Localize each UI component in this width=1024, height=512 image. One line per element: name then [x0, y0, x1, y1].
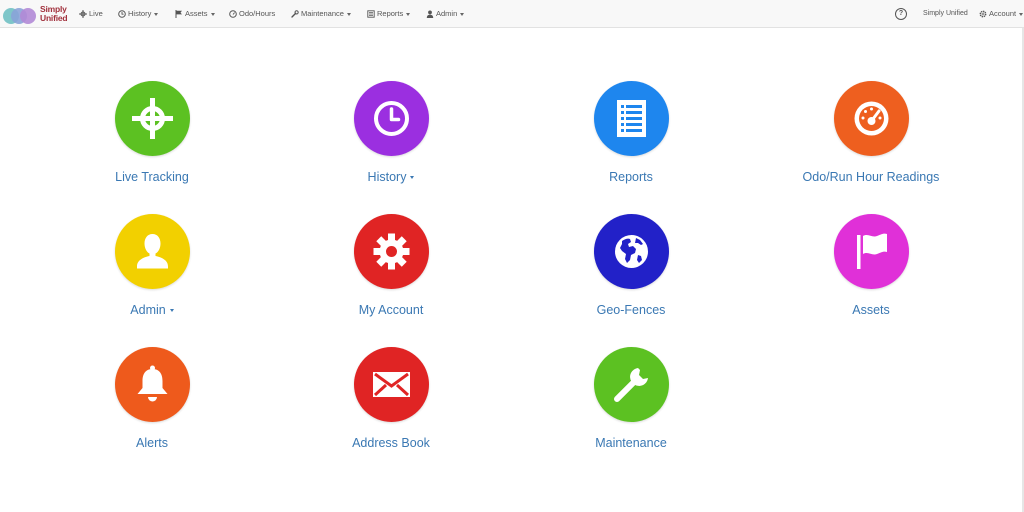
tile-label: Odo/Run Hour Readings — [802, 170, 940, 184]
user-icon — [426, 10, 434, 19]
tile-maintenance[interactable]: Maintenance — [521, 347, 741, 451]
nav-odo-hours[interactable]: Odo/Hours — [229, 0, 275, 28]
nav-live-label: Live — [89, 9, 103, 18]
chevron-down-icon — [406, 12, 411, 16]
tile-circle — [593, 214, 669, 289]
gear-icon — [979, 10, 987, 18]
wrench-icon — [291, 10, 299, 18]
chevron-down-icon — [460, 12, 465, 16]
nav-reports-label: Reports — [377, 9, 404, 18]
tile-label: Geo-Fences — [596, 303, 666, 317]
brand-line2: Unified — [40, 13, 68, 23]
tile-assets[interactable]: Assets — [761, 214, 981, 318]
nav-admin[interactable]: Admin — [426, 0, 465, 28]
tile-label: My Account — [358, 303, 424, 317]
tile-admin[interactable]: Admin — [42, 214, 262, 318]
tile-alerts[interactable]: Alerts — [42, 347, 262, 451]
chevron-down-icon — [210, 12, 215, 16]
nav-maintenance-label: Maintenance — [301, 9, 344, 18]
tile-label-wrap: Admin — [42, 302, 262, 318]
tile-circle — [114, 214, 190, 289]
tile-history[interactable]: History — [281, 81, 501, 185]
nav-assets[interactable]: Assets — [175, 0, 215, 28]
tile-label: Maintenance — [595, 436, 667, 450]
dashboard-gauge-icon — [854, 101, 888, 136]
logo-circle — [20, 8, 36, 24]
nav-account[interactable]: Account — [979, 0, 1024, 28]
tile-label: History — [367, 170, 407, 184]
envelope-icon — [372, 372, 410, 397]
tile-address-book[interactable]: Address Book — [281, 347, 501, 451]
chevron-down-icon — [154, 12, 159, 16]
nav-maintenance[interactable]: Maintenance — [291, 0, 351, 28]
tile-label: Admin — [130, 303, 166, 317]
tile-circle — [353, 347, 429, 422]
tile-label-wrap: History — [281, 169, 501, 185]
tile-reports[interactable]: Reports — [521, 81, 741, 185]
tile-circle — [593, 347, 669, 422]
chevron-down-icon — [346, 12, 351, 16]
user-icon — [136, 234, 168, 269]
tile-odo-run-hour-readings[interactable]: Odo/Run Hour Readings — [761, 81, 981, 185]
chevron-down-icon — [410, 176, 415, 180]
brand-text: Simply Unified — [40, 5, 68, 23]
chevron-down-icon — [1019, 12, 1024, 16]
tile-label: Assets — [852, 303, 890, 317]
crosshair-icon — [79, 10, 87, 19]
flag-icon — [175, 10, 182, 19]
tile-circle — [114, 347, 190, 422]
nav-odo-hours-label: Odo/Hours — [239, 9, 276, 18]
flag-icon — [856, 233, 887, 269]
tile-live-tracking[interactable]: Live Tracking — [42, 81, 262, 185]
nav-admin-label: Admin — [436, 9, 458, 18]
tile-label: Address Book — [352, 436, 430, 450]
tile-geo-fences[interactable]: Geo-Fences — [521, 214, 741, 318]
tile-circle — [833, 81, 909, 156]
globe-icon — [614, 235, 648, 268]
crosshair-icon — [131, 98, 173, 139]
dashboard-gauge-icon — [229, 10, 237, 18]
tile-label: Live Tracking — [115, 170, 189, 184]
tile-circle — [833, 214, 909, 289]
clock-icon — [118, 10, 126, 18]
nav-history-label: History — [128, 9, 152, 18]
tile-my-account[interactable]: My Account — [281, 214, 501, 318]
top-navbar: Simply Unified Live History Assets Odo/H… — [0, 0, 1024, 28]
nav-live[interactable]: Live — [79, 0, 103, 28]
list-report-icon — [367, 10, 375, 18]
bell-icon — [137, 365, 167, 402]
nav-assets-label: Assets — [185, 9, 208, 18]
list-report-icon — [616, 100, 646, 137]
brand-logo[interactable]: Simply Unified — [3, 5, 73, 25]
wrench-icon — [613, 368, 648, 402]
help-icon[interactable]: ? — [895, 8, 907, 20]
chevron-down-icon — [169, 309, 174, 313]
clock-icon — [373, 101, 409, 136]
nav-history[interactable]: History — [118, 0, 159, 28]
account-name: Simply Unified — [923, 10, 968, 17]
tile-circle — [353, 214, 429, 289]
tile-label: Alerts — [136, 436, 168, 450]
nav-account-label: Account — [989, 9, 1017, 18]
gear-icon — [373, 233, 409, 270]
tile-circle — [593, 81, 669, 156]
tile-circle — [114, 81, 190, 156]
nav-reports[interactable]: Reports — [367, 0, 411, 28]
tile-circle — [353, 81, 429, 156]
tile-label: Reports — [609, 170, 653, 184]
